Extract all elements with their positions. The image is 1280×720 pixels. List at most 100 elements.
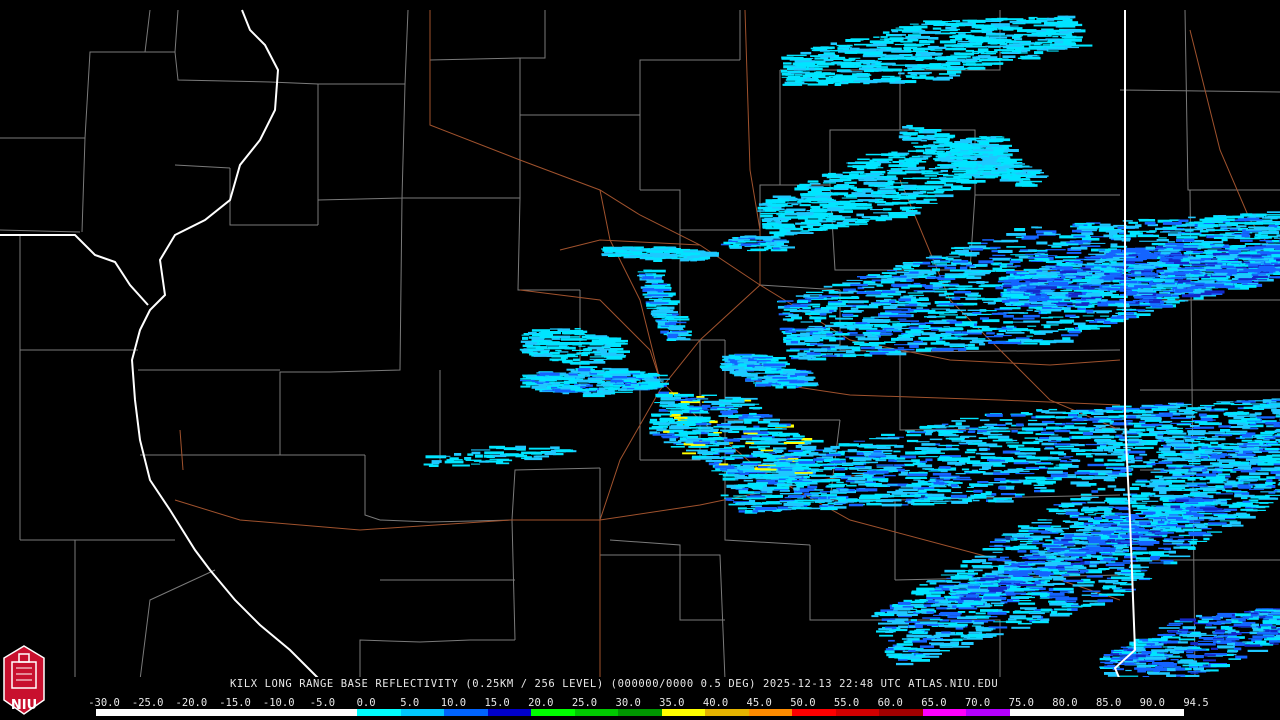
echo-cell [995,286,1004,290]
echo-cell [1113,589,1126,593]
echo-cell [1146,533,1155,536]
echo-cell [1268,492,1276,494]
echo-cell [1015,236,1024,239]
echo-cell [1125,517,1144,519]
echo-cell [1063,456,1074,458]
echo-cell [800,332,810,336]
echo-cell [1153,468,1165,470]
echo-cell [745,510,753,513]
echo-cell [1165,262,1174,265]
echo-cell [1249,488,1265,490]
echo-cell [896,337,913,341]
echo-cell [908,649,916,652]
echo-cell [1241,261,1250,263]
echo-cell [1023,320,1040,323]
echo-cell [1000,458,1014,460]
echo-cell [1092,287,1111,289]
echo-cell [1150,273,1159,276]
echo-cell [787,318,794,322]
echo-cell [1050,271,1060,274]
echo-cell [951,438,965,441]
echo-cell [1027,423,1048,426]
echo-cell [1060,460,1068,463]
echo-cell [856,488,878,492]
echo-cell [1212,220,1224,222]
echo-cell [969,313,992,315]
echo-cell [1222,245,1230,249]
echo-cell [829,497,843,499]
echo-cell [1126,261,1135,264]
echo-cell [1041,420,1055,424]
county-line [174,164,231,169]
echo-cell [903,333,912,337]
echo-cell [1093,310,1112,313]
echo-cell [1053,416,1074,418]
echo-cell [1026,309,1033,311]
echo-cell [994,478,1006,482]
echo-cell [802,356,811,360]
echo-cell [809,474,827,477]
echo-cell [1108,451,1125,453]
echo-cell [893,450,901,453]
echo-cell [733,495,747,497]
echo-cell [1034,333,1046,335]
echo-cell [1057,602,1067,604]
echo-cell [898,659,908,661]
echo-cell [1218,473,1230,476]
echo-cell [1221,478,1229,480]
echo-cell [1090,592,1098,594]
echo-cell [1265,481,1276,484]
echo-cell [1014,228,1026,232]
echo-cell [1034,463,1054,465]
echo-cell [1171,225,1187,227]
echo-cell [820,507,838,511]
echo-cell [876,446,891,449]
echo-cell [928,470,941,472]
echo-cell [725,497,732,501]
echo-cell [1166,479,1186,483]
echo-cell [1188,216,1196,219]
echo-cell [862,286,875,289]
echo-cell [1241,283,1248,285]
echo-cell [1249,472,1269,475]
radar-map[interactable] [0,0,1280,720]
echo-cell [1239,447,1260,451]
echo-cell [938,613,946,616]
echo-cell [818,331,839,333]
echo-cell [1071,605,1080,607]
echo-cell [1160,231,1182,233]
echo-cell [1134,271,1142,275]
echo-cell [1047,596,1070,599]
echo-cell [736,484,752,488]
echo-cell [836,481,844,484]
echo-cell [865,481,876,483]
echo-cell [1074,471,1090,475]
echo-cell [907,284,922,288]
echo-cell [1031,542,1045,544]
echo-cell [1005,620,1022,624]
echo-cell [1191,285,1206,289]
echo-cell [1028,269,1037,273]
echo-cell [1106,542,1118,544]
echo-cell [1089,539,1108,542]
echo-cell [1114,512,1129,516]
echo-cell [1071,502,1086,503]
echo-cell [1063,289,1073,292]
county-line [519,10,546,115]
echo-cell [1076,417,1087,420]
echo-cell [908,601,925,604]
echo-cell [1009,260,1021,263]
echo-cell [1090,453,1108,455]
echo-cell [1159,276,1167,279]
echo-cell [978,260,994,264]
echo-cell [796,300,809,303]
echo-cell [864,333,872,336]
echo-cell [1006,233,1026,236]
echo-cell [909,431,926,433]
echo-cell [1016,447,1034,451]
echo-cell [1231,233,1250,235]
echo-cell [802,479,823,481]
echo-cell [897,347,905,349]
echo-cell [909,625,916,628]
echo-cell [1095,254,1105,256]
